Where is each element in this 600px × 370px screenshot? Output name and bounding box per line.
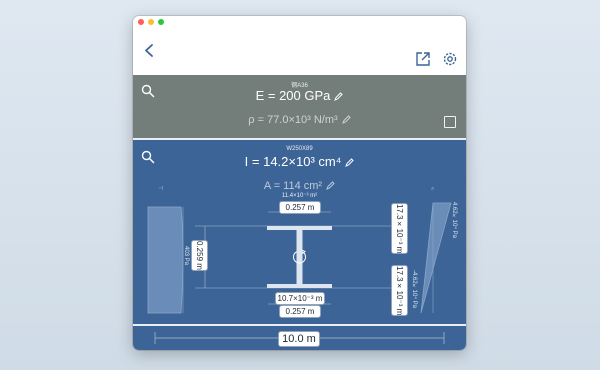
web-thickness-label[interactable]: 10.7×10⁻³ m (275, 292, 325, 305)
shear-stress-diagram (147, 206, 184, 314)
flange-width-bottom-label[interactable]: 0.257 m (279, 305, 321, 318)
web (296, 230, 303, 284)
share-icon (416, 52, 430, 66)
flange-thickness-top-label[interactable]: 17.3×10⁻³ m (391, 203, 408, 255)
depth-label[interactable]: 0.259 m (191, 240, 208, 271)
shear-stress-label: 403 Pa (183, 246, 189, 266)
self-weight-checkbox[interactable] (444, 116, 456, 128)
edit-pencil-icon[interactable] (341, 115, 351, 125)
zoom-window-button[interactable] (158, 19, 164, 25)
normal-stress-bottom-label: -4.62×10⁴ Pa (411, 270, 417, 308)
beam-length-label[interactable]: 10.0 m (278, 331, 320, 347)
share-button[interactable] (414, 50, 432, 68)
app-window: 钢A36 E = 200 GPa ρ = 77.0×10³ N/m³ W250X… (133, 16, 466, 350)
material-panel: 钢A36 E = 200 GPa ρ = 77.0×10³ N/m³ (133, 75, 466, 138)
top-flange (267, 226, 332, 230)
back-button[interactable] (141, 38, 157, 62)
navigation-bar (133, 28, 466, 75)
chevron-left-icon (145, 44, 153, 57)
flange-width-top-label[interactable]: 0.257 m (279, 201, 321, 214)
title-bar (133, 16, 466, 28)
edit-pencil-icon[interactable] (333, 91, 344, 102)
cross-section-panel: W250X89 I = 14.2×10³ cm⁴ A = 114 cm² 11.… (133, 140, 466, 324)
close-window-button[interactable] (138, 19, 144, 25)
gear-icon (443, 52, 457, 66)
settings-button[interactable] (441, 50, 459, 68)
normal-stress-top-label: 4.62×10⁴ Pa (451, 202, 457, 238)
elastic-modulus-value[interactable]: E = 200 GPa (256, 88, 331, 103)
density-value[interactable]: ρ = 77.0×10³ N/m³ (248, 114, 337, 126)
normal-stress-diagram (420, 202, 452, 314)
svg-text:⌕: ⌕ (431, 186, 434, 192)
minimize-window-button[interactable] (148, 19, 154, 25)
svg-text:⊣: ⊣ (158, 185, 163, 192)
bottom-flange (267, 284, 332, 288)
flange-thickness-bottom-label[interactable]: 17.3×10⁻³ m (391, 265, 408, 317)
beam-length-panel: 10.0 m (133, 326, 466, 350)
